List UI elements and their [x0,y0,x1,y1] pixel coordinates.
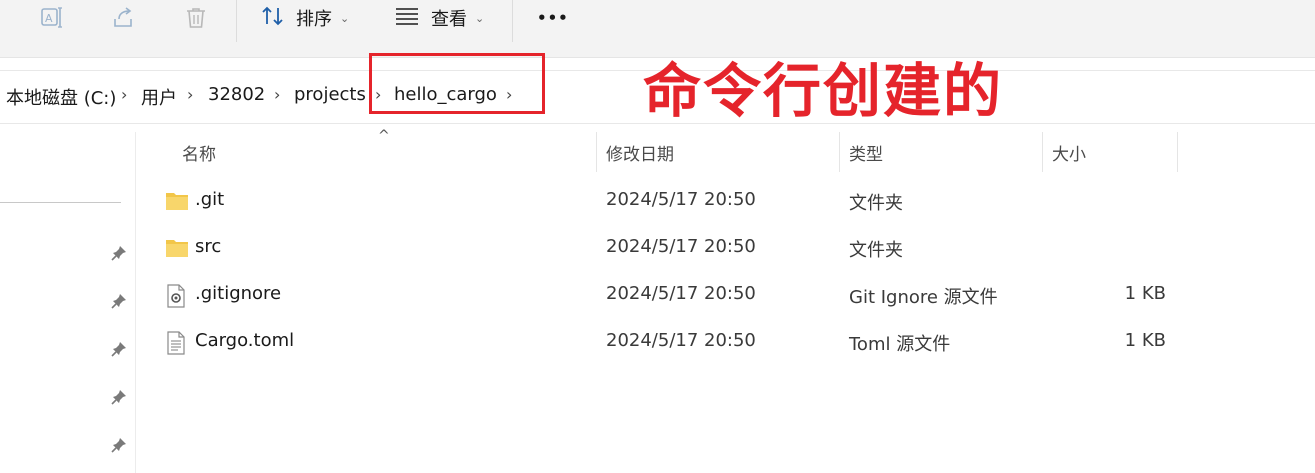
column-divider[interactable] [839,132,840,172]
nav-divider [0,202,121,203]
file-row[interactable]: .gitignore 2024/5/17 20:50 Git Ignore 源文… [150,274,1310,318]
view-label: 查看 [431,9,467,30]
sort-label: 排序 [296,9,332,30]
breadcrumb-item-users[interactable]: 用户 [141,84,177,110]
sort-button[interactable]: 排序 ⌄ [260,3,349,33]
chevron-down-icon: ⌄ [475,11,485,25]
column-header-name[interactable]: 名称 [182,140,216,165]
rename-icon[interactable]: A [38,4,66,32]
toolbar-divider [236,0,237,42]
pin-icon[interactable] [110,340,128,358]
file-row[interactable]: .git 2024/5/17 20:50 文件夹 [150,180,1310,224]
file-row[interactable]: Cargo.toml 2024/5/17 20:50 Toml 源文件 1 KB [150,321,1310,365]
breadcrumb-item-projects[interactable]: projects [294,84,366,105]
pin-icon[interactable] [110,244,128,262]
chevron-right-icon[interactable]: › [121,85,127,104]
sort-ascending-icon: ^ [378,128,390,144]
folder-icon [165,190,189,214]
svg-text:A: A [45,12,53,25]
sort-icon [260,4,286,33]
file-type: Git Ignore 源文件 [849,287,998,308]
toolbar-divider [512,0,513,42]
file-name: Cargo.toml [195,330,295,351]
view-icon [395,6,419,31]
column-header-modified[interactable]: 修改日期 [606,140,674,165]
chevron-right-icon[interactable]: › [187,85,193,104]
file-type: 文件夹 [849,240,903,261]
pin-icon[interactable] [110,292,128,310]
breadcrumb-item-drive[interactable]: 本地磁盘 (C:) [6,84,116,110]
chevron-right-icon[interactable]: › [274,85,280,104]
settings-file-icon [165,284,189,308]
file-row[interactable]: src 2024/5/17 20:50 文件夹 [150,227,1310,271]
column-divider[interactable] [1042,132,1043,172]
more-options-button[interactable]: ••• [537,3,569,33]
column-divider[interactable] [1177,132,1178,172]
annotation-text: 命令行创建的 [643,57,1004,125]
file-type: 文件夹 [849,193,903,214]
text-file-icon [165,331,189,355]
annotation-highlight-box [369,53,545,114]
file-name: .gitignore [195,283,282,304]
pin-icon[interactable] [110,436,128,454]
file-type: Toml 源文件 [849,334,951,355]
column-header-type[interactable]: 类型 [849,140,883,165]
file-modified: 2024/5/17 20:50 [606,330,756,351]
file-name: .git [195,189,225,210]
file-size: 1 KB [1124,330,1166,351]
file-name: src [195,236,222,257]
file-size: 1 KB [1124,283,1166,304]
pin-icon[interactable] [110,388,128,406]
column-header-size[interactable]: 大小 [1052,140,1086,165]
file-modified: 2024/5/17 20:50 [606,283,756,304]
share-icon[interactable] [110,4,138,32]
delete-icon[interactable] [182,4,210,32]
chevron-down-icon: ⌄ [340,11,350,25]
view-button[interactable]: 查看 ⌄ [395,3,484,33]
breadcrumb-item-user[interactable]: 32802 [208,84,265,105]
more-icon: ••• [537,9,569,27]
file-modified: 2024/5/17 20:50 [606,236,756,257]
column-divider[interactable] [596,132,597,172]
navigation-pane [0,132,136,473]
folder-icon [165,237,189,261]
file-modified: 2024/5/17 20:50 [606,189,756,210]
